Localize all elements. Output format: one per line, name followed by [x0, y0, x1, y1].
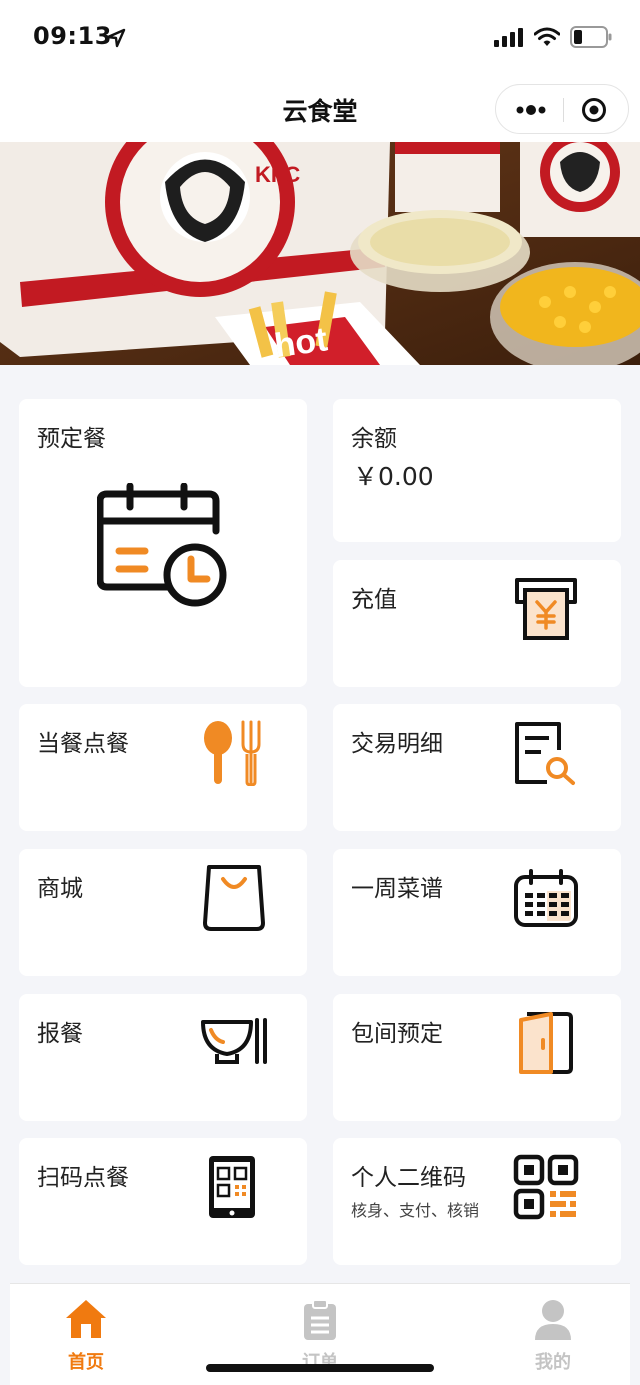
preorder-card[interactable]: 预定餐	[19, 399, 307, 687]
weekly-menu-title: 一周菜谱	[351, 876, 443, 902]
same-meal-title: 当餐点餐	[37, 731, 129, 757]
phone-qr-icon	[209, 1156, 255, 1218]
private-room-booking-card[interactable]: 包间预定	[333, 994, 621, 1121]
svg-text:KFC: KFC	[255, 162, 300, 187]
svg-text:hot: hot	[272, 320, 330, 365]
atm-yen-icon	[515, 578, 577, 640]
balance-amount: ￥0.00	[353, 462, 434, 491]
bowl-chopsticks-icon	[201, 1018, 267, 1064]
transaction-detail-card[interactable]: 交易明细	[333, 704, 621, 831]
user-icon	[535, 1300, 571, 1340]
report-meal-card[interactable]: 报餐	[19, 994, 307, 1121]
scan-order-title: 扫码点餐	[37, 1165, 129, 1191]
personal-qr-title: 个人二维码	[351, 1165, 466, 1191]
tab-orders[interactable]: 订单	[280, 1298, 360, 1374]
balance-title: 余额	[351, 426, 397, 452]
capsule-divider	[563, 98, 564, 122]
weekly-menu-card[interactable]: 一周菜谱	[333, 849, 621, 976]
tab-mine[interactable]: 我的	[513, 1298, 593, 1374]
mall-title: 商城	[37, 876, 83, 902]
document-search-icon	[515, 722, 575, 785]
location-arrow-icon	[106, 28, 126, 48]
battery-icon	[570, 26, 612, 48]
door-icon	[519, 1012, 573, 1074]
mall-card[interactable]: 商城	[19, 849, 307, 976]
report-meal-title: 报餐	[37, 1021, 83, 1047]
home-indicator[interactable]	[206, 1364, 434, 1372]
calendar-grid-icon	[514, 869, 578, 927]
close-target-icon[interactable]	[581, 97, 607, 123]
shopping-bag-icon	[203, 865, 265, 931]
more-icon[interactable]	[514, 98, 548, 122]
qr-code-icon	[513, 1154, 579, 1220]
same-meal-order-card[interactable]: 当餐点餐	[19, 704, 307, 831]
recharge-title: 充值	[351, 587, 397, 613]
personal-qr-subtitle: 核身、支付、核销	[351, 1201, 480, 1220]
nav-bar: 云食堂	[0, 76, 640, 142]
balance-card[interactable]: 余额 ￥0.00	[333, 399, 621, 542]
transactions-title: 交易明细	[351, 731, 443, 757]
calendar-clock-icon	[97, 483, 227, 607]
mini-program-capsule	[495, 84, 629, 134]
preorder-title: 预定餐	[37, 426, 106, 452]
status-indicators	[494, 26, 612, 48]
home-icon	[66, 1300, 106, 1338]
private-room-title: 包间预定	[351, 1021, 443, 1047]
status-time: 09:13	[33, 22, 112, 50]
personal-qr-card[interactable]: 个人二维码 核身、支付、核销	[333, 1138, 621, 1265]
tab-home[interactable]: 首页	[46, 1298, 126, 1374]
spoon-fork-icon	[204, 720, 261, 786]
tab-home-label: 首页	[68, 1352, 104, 1373]
status-bar: 09:13	[0, 0, 640, 76]
clipboard-icon	[304, 1299, 336, 1340]
banner-image[interactable]: KFC hot	[0, 142, 640, 365]
scan-order-card[interactable]: 扫码点餐	[19, 1138, 307, 1265]
recharge-card[interactable]: 充值	[333, 560, 621, 687]
tab-mine-label: 我的	[535, 1352, 571, 1373]
signal-icon	[494, 28, 523, 47]
wifi-icon	[534, 27, 560, 46]
